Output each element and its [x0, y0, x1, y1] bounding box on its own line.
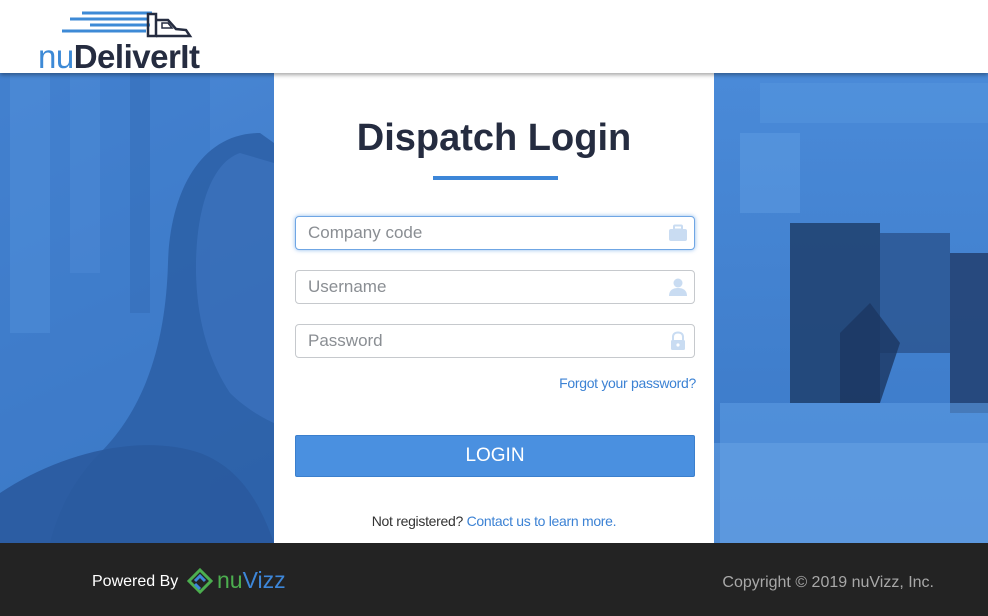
page-footer: Powered By nuVizz Copyright © 2019 nuViz… [0, 543, 988, 616]
company-code-input[interactable] [296, 217, 694, 249]
logo-name: DeliverIt [73, 38, 200, 75]
not-registered-text: Not registered? [371, 513, 464, 529]
username-field[interactable] [295, 270, 695, 304]
logo-prefix: nu [38, 38, 74, 75]
title-underline [433, 176, 558, 180]
forgot-password-link[interactable]: Forgot your password? [559, 375, 696, 391]
register-prompt: Not registered? Contact us to learn more… [274, 513, 714, 529]
username-input[interactable] [296, 271, 694, 303]
logo-text: nuDeliverIt [38, 38, 200, 75]
nudeliverit-logo[interactable]: nuDeliverIt [38, 8, 238, 75]
lock-icon [671, 331, 685, 350]
login-button[interactable]: LOGIN [295, 435, 695, 477]
powered-by-text: Powered By [92, 573, 179, 590]
password-input[interactable] [296, 325, 694, 357]
password-field[interactable] [295, 324, 695, 358]
page-title: Dispatch Login [356, 117, 632, 159]
briefcase-icon [669, 224, 687, 241]
contact-us-link[interactable]: Contact us to learn more. [467, 513, 617, 529]
user-icon [669, 278, 687, 296]
nuvizz-logo-icon [187, 568, 213, 594]
nuvizz-suffix: Vizz [242, 567, 286, 593]
nuvizz-prefix: nu [217, 567, 243, 593]
company-code-field[interactable] [295, 216, 695, 250]
copyright-text: Copyright © 2019 nuVizz, Inc. [722, 574, 934, 591]
top-header: nuDeliverIt [0, 0, 988, 73]
nuvizz-wordmark: nuVizz [217, 567, 286, 594]
login-card: Dispatch Login Forgot your password? LOG… [274, 73, 714, 543]
